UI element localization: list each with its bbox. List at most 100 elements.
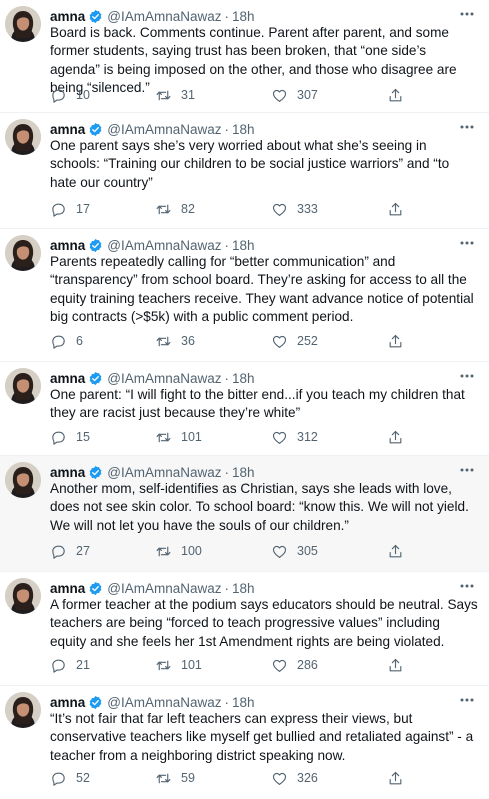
like-count: 252 [297,334,318,348]
user-handle[interactable]: @IAmAmnaNawaz [107,9,221,24]
display-name[interactable]: amna [50,465,85,480]
heart-icon [271,429,288,446]
like-button[interactable]: 326 [271,768,318,788]
share-icon [387,429,404,446]
timestamp[interactable]: 18h [232,581,255,596]
more-dots-icon[interactable] [459,694,475,706]
retweet-button[interactable]: 31 [155,85,195,105]
retweet-button[interactable]: 82 [155,199,195,219]
user-handle[interactable]: @IAmAmnaNawaz [107,581,221,596]
user-handle[interactable]: @IAmAmnaNawaz [107,695,221,710]
tweet-text: A former teacher at the podium says educ… [50,597,478,649]
share-button[interactable] [387,655,404,675]
more-dots-icon[interactable] [459,370,475,382]
retweet-button[interactable]: 101 [155,655,202,675]
reply-button[interactable]: 17 [50,199,90,219]
share-icon [387,770,404,787]
verified-badge-icon [88,371,103,386]
tweet[interactable]: amna @IAmAmnaNawaz · 18h Board is back. … [0,0,489,113]
timestamp[interactable]: 18h [232,122,255,137]
reply-count: 21 [76,658,90,672]
timestamp[interactable]: 18h [232,238,255,253]
user-handle[interactable]: @IAmAmnaNawaz [107,238,221,253]
avatar[interactable] [5,6,41,42]
timestamp[interactable]: 18h [232,695,255,710]
like-button[interactable]: 307 [271,85,318,105]
timestamp[interactable]: 18h [232,465,255,480]
tweet-timeline: amna @IAmAmnaNawaz · 18h Board is back. … [0,0,489,799]
tweet-text: One parent says she’s very worried about… [50,138,450,190]
display-name[interactable]: amna [50,371,85,386]
share-button[interactable] [387,427,404,447]
user-handle[interactable]: @IAmAmnaNawaz [107,122,221,137]
tweet[interactable]: amna @IAmAmnaNawaz · 18h A former teache… [0,572,489,686]
user-handle[interactable]: @IAmAmnaNawaz [107,371,221,386]
avatar[interactable] [5,235,41,271]
retweet-button[interactable]: 100 [155,541,202,561]
reply-button[interactable]: 52 [50,768,90,788]
share-icon [387,657,404,674]
retweet-icon [155,543,172,560]
heart-icon [271,543,288,560]
like-button[interactable]: 286 [271,655,318,675]
like-button[interactable]: 252 [271,331,318,351]
like-button[interactable]: 305 [271,541,318,561]
timestamp[interactable]: 18h [232,9,255,24]
tweet[interactable]: amna @IAmAmnaNawaz · 18h Parents repeate… [0,229,489,362]
reply-button[interactable]: 21 [50,655,90,675]
reply-button[interactable]: 15 [50,427,90,447]
avatar[interactable] [5,578,41,614]
tweet[interactable]: amna @IAmAmnaNawaz · 18h One parent says… [0,113,489,229]
retweet-button[interactable]: 101 [155,427,202,447]
like-button[interactable]: 333 [271,199,318,219]
tweet[interactable]: amna @IAmAmnaNawaz · 18h Another mom, se… [0,456,489,572]
display-name[interactable]: amna [50,695,85,710]
display-name[interactable]: amna [50,581,85,596]
tweet-actions: 10 31 307 [50,85,450,105]
like-count: 312 [297,430,318,444]
retweet-button[interactable]: 59 [155,768,195,788]
display-name[interactable]: amna [50,238,85,253]
retweet-button[interactable]: 36 [155,331,195,351]
reply-button[interactable]: 27 [50,541,90,561]
more-dots-icon[interactable] [459,464,475,476]
share-button[interactable] [387,768,404,788]
tweet[interactable]: amna @IAmAmnaNawaz · 18h One parent: “I … [0,362,489,456]
separator: · [224,8,230,24]
share-button[interactable] [387,331,404,351]
verified-badge-icon [88,9,103,24]
avatar[interactable] [5,692,41,728]
tweet-header: amna @IAmAmnaNawaz · 18h [50,369,255,387]
heart-icon [271,201,288,218]
share-button[interactable] [387,85,404,105]
timestamp[interactable]: 18h [232,371,255,386]
tweet-header: amna @IAmAmnaNawaz · 18h [50,579,255,597]
share-button[interactable] [387,199,404,219]
heart-icon [271,87,288,104]
retweet-count: 100 [181,544,202,558]
tweet-header: amna @IAmAmnaNawaz · 18h [50,236,255,254]
share-icon [387,201,404,218]
avatar[interactable] [5,119,41,155]
more-dots-icon[interactable] [459,121,475,133]
separator: · [224,694,230,710]
avatar[interactable] [5,462,41,498]
more-dots-icon[interactable] [459,8,475,20]
reply-icon [50,333,67,350]
display-name[interactable]: amna [50,122,85,137]
reply-icon [50,201,67,218]
more-dots-icon[interactable] [459,237,475,249]
like-button[interactable]: 312 [271,427,318,447]
tweet[interactable]: amna @IAmAmnaNawaz · 18h “It’s not fair … [0,686,489,799]
verified-badge-icon [88,695,103,710]
avatar[interactable] [5,368,41,404]
tweet-actions: 17 82 333 [50,199,450,219]
display-name[interactable]: amna [50,9,85,24]
more-dots-icon[interactable] [459,580,475,592]
reply-button[interactable]: 6 [50,331,83,351]
user-handle[interactable]: @IAmAmnaNawaz [107,465,221,480]
share-button[interactable] [387,541,404,561]
retweet-icon [155,333,172,350]
reply-button[interactable]: 10 [50,85,90,105]
reply-icon [50,770,67,787]
